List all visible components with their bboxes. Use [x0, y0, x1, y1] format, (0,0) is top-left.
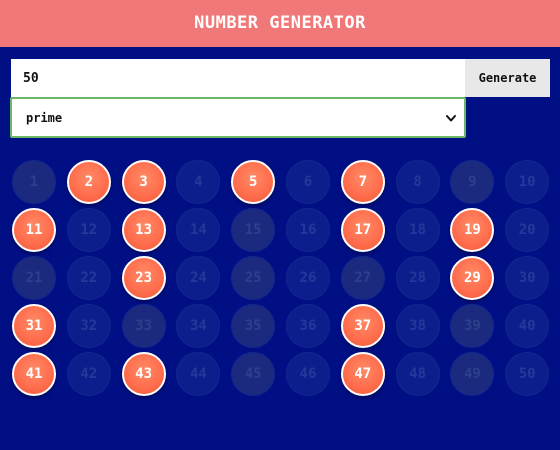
number-ball-highlighted: 19	[450, 208, 495, 252]
number-ball-highlighted: 17	[340, 208, 385, 252]
number-ball: 14	[176, 208, 221, 252]
number-ball-highlighted: 43	[121, 352, 166, 396]
number-ball-highlighted: 31	[12, 304, 56, 348]
number-ball: 4	[176, 160, 221, 204]
number-ball: 10	[505, 160, 550, 204]
number-ball: 25	[231, 256, 276, 300]
chevron-down-icon	[444, 111, 458, 125]
number-ball: 42	[66, 352, 111, 396]
number-ball: 40	[505, 304, 550, 348]
number-ball: 39	[450, 304, 495, 348]
number-ball-highlighted: 29	[450, 256, 495, 300]
number-ball: 22	[66, 256, 111, 300]
number-grid: 1 2 3 4 5 6 7 8 9 10 11 12 13 14 15 16 17 18 19 20 21 22 23 24 2…	[12, 160, 552, 396]
number-ball: 45	[231, 352, 276, 396]
number-ball: 46	[285, 352, 330, 396]
page-title: NUMBER GENERATOR	[194, 13, 366, 33]
number-ball: 18	[395, 208, 440, 252]
controls-panel: Generate prime	[0, 47, 560, 157]
type-select[interactable]: prime	[10, 97, 466, 138]
number-ball: 27	[340, 256, 385, 300]
number-ball-highlighted: 47	[340, 352, 385, 396]
number-ball-highlighted: 5	[231, 160, 276, 204]
number-ball: 34	[176, 304, 221, 348]
number-ball: 1	[12, 160, 56, 204]
number-ball: 6	[285, 160, 330, 204]
number-ball: 9	[450, 160, 495, 204]
number-ball: 26	[285, 256, 330, 300]
app-header: NUMBER GENERATOR	[0, 0, 560, 47]
number-ball: 35	[231, 304, 276, 348]
number-ball-highlighted: 41	[12, 352, 56, 396]
number-ball: 28	[395, 256, 440, 300]
number-ball-highlighted: 7	[340, 160, 385, 204]
number-ball-highlighted: 11	[12, 208, 56, 252]
number-ball: 44	[176, 352, 221, 396]
number-ball: 49	[450, 352, 495, 396]
number-ball-highlighted: 2	[66, 160, 111, 204]
number-ball: 50	[505, 352, 550, 396]
number-ball-highlighted: 13	[121, 208, 166, 252]
number-ball: 36	[285, 304, 330, 348]
number-ball: 20	[505, 208, 550, 252]
count-input[interactable]	[11, 59, 465, 97]
number-ball-highlighted: 37	[340, 304, 385, 348]
number-ball: 12	[66, 208, 111, 252]
number-ball: 32	[66, 304, 111, 348]
number-ball: 33	[121, 304, 166, 348]
number-ball-highlighted: 3	[121, 160, 166, 204]
number-ball: 48	[395, 352, 440, 396]
number-ball: 15	[231, 208, 276, 252]
number-ball: 8	[395, 160, 440, 204]
number-ball: 16	[285, 208, 330, 252]
number-ball-highlighted: 23	[121, 256, 166, 300]
number-ball: 21	[12, 256, 56, 300]
generate-button[interactable]: Generate	[465, 59, 550, 97]
number-ball: 38	[395, 304, 440, 348]
number-ball: 24	[176, 256, 221, 300]
type-select-value: prime	[26, 110, 63, 125]
number-ball: 30	[505, 256, 550, 300]
